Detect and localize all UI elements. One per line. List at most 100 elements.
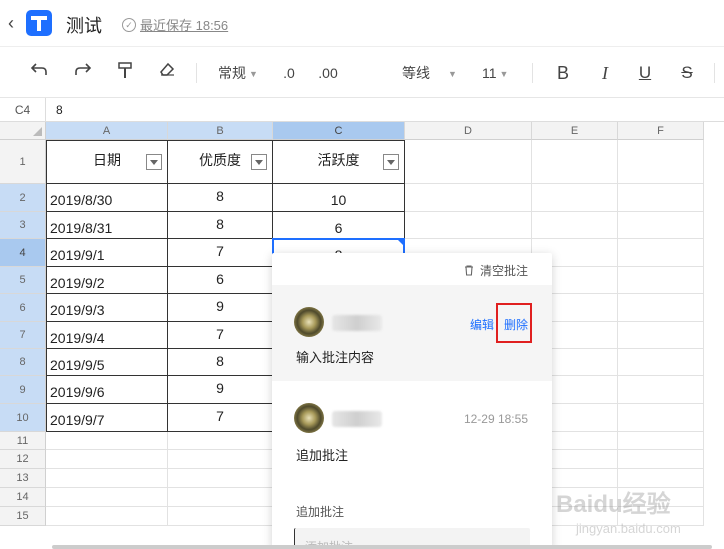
grid-cell[interactable] [405,184,532,212]
save-status-text[interactable]: 最近保存 18:56 [140,15,228,34]
grid-cell[interactable] [46,432,168,450]
strikethrough-button[interactable]: S [678,61,696,85]
column-header-c[interactable]: C [273,122,405,140]
row-header-1[interactable]: 1 [0,140,46,184]
number-format-select[interactable]: 常规 ▼ [216,61,260,85]
grid-cell[interactable] [168,450,273,469]
increase-decimal-button[interactable]: .00 [316,61,340,85]
table-cell-quality[interactable]: 8 [168,212,273,239]
clear-comments-button[interactable]: 清空批注 [464,262,528,279]
table-cell-activity[interactable]: 6 [273,212,405,239]
row-header-15[interactable]: 15 [0,507,46,526]
bold-button[interactable]: B [554,61,572,85]
filter-dropdown-icon[interactable] [146,154,162,170]
grid-cell[interactable] [405,140,532,184]
grid-cell[interactable] [168,432,273,450]
table-cell-date[interactable]: 2019/9/3 [46,294,168,322]
column-header-e[interactable]: E [532,122,618,140]
table-cell-date[interactable]: 2019/8/30 [46,184,168,212]
highlight-box [496,303,532,343]
eraser-icon[interactable] [156,61,178,85]
format-painter-icon[interactable] [114,61,136,85]
table-cell-quality[interactable]: 7 [168,322,273,349]
italic-button[interactable]: I [596,61,614,85]
grid-cell[interactable] [532,140,618,184]
chevron-left-icon[interactable]: ‹ [8,14,22,32]
table-cell-date[interactable]: 2019/9/6 [46,376,168,404]
table-cell-quality[interactable]: 8 [168,349,273,376]
grid-cell[interactable] [618,322,704,349]
grid-cell[interactable] [46,469,168,488]
table-cell-date[interactable]: 2019/8/31 [46,212,168,239]
edit-comment-button[interactable]: 编辑 [470,316,494,333]
watermark-brand: Baidu经验 [556,491,671,518]
column-header-f[interactable]: F [618,122,704,140]
table-cell-quality[interactable]: 9 [168,294,273,322]
grid-cell[interactable] [405,212,532,239]
filter-dropdown-icon[interactable] [251,154,267,170]
grid-cell[interactable] [532,212,618,239]
grid-cell[interactable] [618,267,704,294]
table-cell-quality[interactable]: 7 [168,404,273,432]
table-cell-quality[interactable]: 8 [168,184,273,212]
underline-button[interactable]: U [636,61,654,85]
watermark-url: jingyan.baidu.com [576,521,681,536]
grid-cell[interactable] [618,212,704,239]
row-header-10[interactable]: 10 [0,404,46,432]
grid-cell[interactable] [532,184,618,212]
grid-cell[interactable] [168,507,273,526]
document-title[interactable]: 测试 [66,12,102,38]
row-header-6[interactable]: 6 [0,294,46,322]
row-header-9[interactable]: 9 [0,376,46,404]
row-header-11[interactable]: 11 [0,432,46,450]
grid-cell[interactable] [618,294,704,322]
grid-cell[interactable] [618,140,704,184]
table-cell-date[interactable]: 2019/9/7 [46,404,168,432]
font-size-select[interactable]: 11 ▼ [482,61,514,85]
grid-cell[interactable] [618,404,704,432]
grid-cell[interactable] [618,349,704,376]
row-header-3[interactable]: 3 [0,212,46,239]
grid-cell[interactable] [168,488,273,507]
formula-input[interactable]: 8 [56,98,63,122]
grid-cell[interactable] [618,432,704,450]
row-header-8[interactable]: 8 [0,349,46,376]
row-header-13[interactable]: 13 [0,469,46,488]
grid-cell[interactable] [618,376,704,404]
table-cell-activity[interactable]: 10 [273,184,405,212]
cell-reference[interactable]: C4 [0,98,46,122]
row-header-4[interactable]: 4 [0,239,46,267]
column-header-a[interactable]: A [46,122,168,140]
grid-cell[interactable] [46,488,168,507]
grid-cell[interactable] [46,507,168,526]
grid-cell[interactable] [618,450,704,469]
table-cell-date[interactable]: 2019/9/1 [46,239,168,267]
row-header-14[interactable]: 14 [0,488,46,507]
grid-cell[interactable] [168,469,273,488]
toolbar-divider [196,63,197,83]
decrease-decimal-button[interactable]: .0 [280,61,298,85]
column-header-b[interactable]: B [168,122,273,140]
row-header-12[interactable]: 12 [0,450,46,469]
table-cell-date[interactable]: 2019/9/2 [46,267,168,294]
horizontal-scrollbar[interactable] [52,545,712,549]
undo-icon[interactable] [28,61,50,85]
table-cell-date[interactable]: 2019/9/4 [46,322,168,349]
table-cell-quality[interactable]: 7 [168,239,273,267]
grid-cell[interactable] [618,239,704,267]
row-header-2[interactable]: 2 [0,184,46,212]
row-header-7[interactable]: 7 [0,322,46,349]
row-header-5[interactable]: 5 [0,267,46,294]
redo-icon[interactable] [72,61,94,85]
table-cell-quality[interactable]: 6 [168,267,273,294]
column-header-d[interactable]: D [405,122,532,140]
table-cell-quality[interactable]: 9 [168,376,273,404]
font-family-select[interactable]: 等线 ▼ [402,61,464,85]
select-all-corner[interactable] [0,122,46,140]
grid-cell[interactable] [618,184,704,212]
toolbar: 常规 ▼ .0 .00 等线 ▼ 11 ▼ B I U S [0,46,724,98]
filter-dropdown-icon[interactable] [383,154,399,170]
table-cell-date[interactable]: 2019/9/5 [46,349,168,376]
grid-cell[interactable] [46,450,168,469]
add-comment-label: 追加批注 [296,505,345,519]
